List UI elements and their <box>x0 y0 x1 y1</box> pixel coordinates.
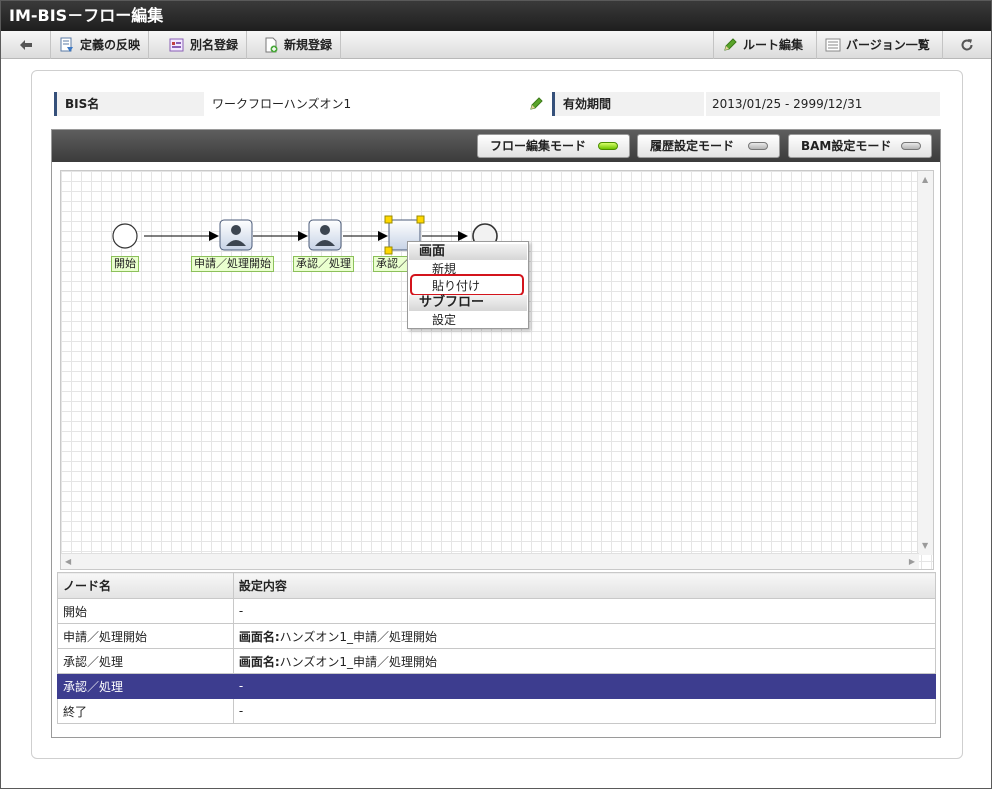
node-cell: 申請／処理開始 <box>57 623 234 649</box>
user-task-node-icon[interactable] <box>219 219 253 251</box>
setting-value: - <box>238 604 244 618</box>
setting-value: ハンズオン1_申請／処理開始 <box>279 629 438 644</box>
node-cell: 承認／処理 <box>57 673 234 699</box>
node-label-apply-start: 申請／処理開始 <box>191 256 274 272</box>
paste-highlight-box <box>410 274 524 296</box>
table-row[interactable]: 申請／処理開始 画面名:ハンズオン1_申請／処理開始 <box>57 623 937 649</box>
node-cell: 承認／処理 <box>57 648 234 674</box>
context-item-setting[interactable]: 設定 <box>432 313 456 327</box>
setting-value: - <box>238 679 244 693</box>
node-label-approve: 承認／処理 <box>293 256 354 272</box>
setting-key: 画面名: <box>238 629 280 644</box>
node-cell: 終了 <box>57 698 234 724</box>
node-cell: 開始 <box>57 598 234 624</box>
setting-cell: - <box>232 673 937 699</box>
column-header-setting[interactable]: 設定内容 <box>232 572 937 599</box>
app-window: IM-BIS－フロー編集 定義の反映 別名登録 新規登録 ルート編集 バージョン… <box>0 0 992 789</box>
setting-cell: 画面名:ハンズオン1_申請／処理開始 <box>232 623 937 649</box>
context-section-subflow: サブフロー <box>409 295 527 311</box>
table-row[interactable]: 開始 - <box>57 598 937 624</box>
context-menu: 画面 新規 貼り付け サブフロー 設定 <box>407 241 529 329</box>
table-row[interactable]: 承認／処理 画面名:ハンズオン1_申請／処理開始 <box>57 648 937 674</box>
context-section-screen: 画面 <box>409 244 527 260</box>
setting-value: - <box>238 704 244 718</box>
start-node-icon[interactable] <box>112 223 138 249</box>
table-row-selected[interactable]: 承認／処理 - <box>57 673 937 699</box>
setting-value: ハンズオン1_申請／処理開始 <box>279 654 438 669</box>
setting-cell: 画面名:ハンズオン1_申請／処理開始 <box>232 648 937 674</box>
table-row[interactable]: 終了 - <box>57 698 937 724</box>
table-header-row: ノード名 設定内容 <box>57 572 937 599</box>
setting-cell: - <box>232 698 937 724</box>
node-settings-table: ノード名 設定内容 開始 - 申請／処理開始 画面名:ハンズオン1_申請／処理開… <box>57 572 937 724</box>
node-label-start: 開始 <box>111 256 139 272</box>
setting-key: 画面名: <box>238 654 280 669</box>
user-task-node-icon[interactable] <box>308 219 342 251</box>
setting-cell: - <box>232 598 937 624</box>
column-header-node[interactable]: ノード名 <box>57 572 234 599</box>
